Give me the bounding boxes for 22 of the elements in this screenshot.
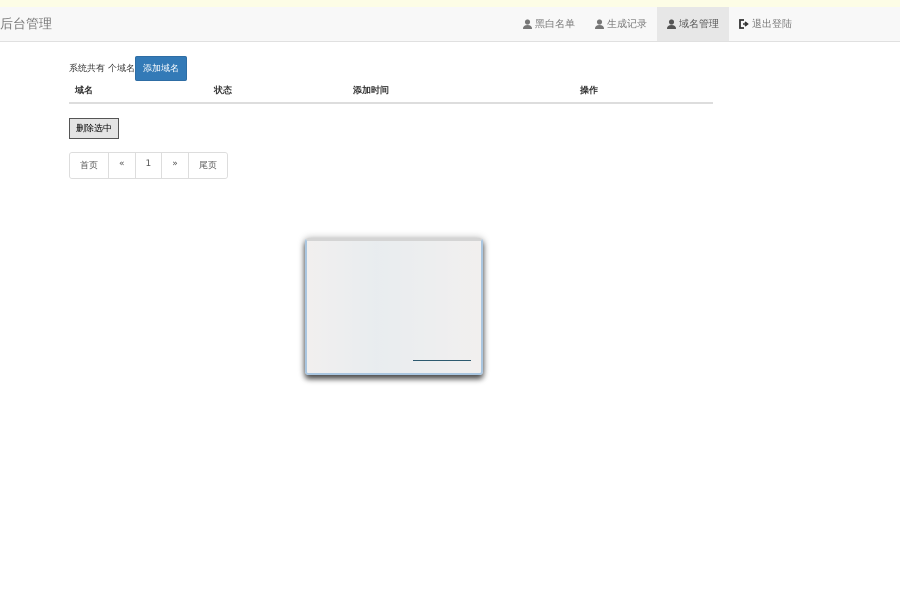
column-header: 状态	[214, 84, 233, 97]
user-icon	[595, 19, 604, 29]
brand-title: 后台管理	[0, 16, 53, 34]
page-link[interactable]: 首页	[69, 152, 109, 179]
underline	[413, 360, 471, 361]
logout-icon	[739, 19, 749, 29]
nav-link[interactable]: 退出登陆	[729, 7, 802, 41]
nav-link[interactable]: 生成记录	[585, 7, 657, 41]
page-link[interactable]: 1	[134, 152, 162, 179]
nav-link[interactable]: 黑白名单	[513, 7, 585, 41]
nav-link[interactable]: 域名管理	[657, 7, 729, 41]
column-header: 域名	[75, 84, 94, 97]
domain-count-text: 系统共有 个域名	[69, 62, 135, 75]
page-link[interactable]: 尾页	[188, 152, 228, 179]
add-domain-button[interactable]: 添加域名	[134, 56, 187, 81]
column-header: 操作	[580, 84, 599, 97]
page-link[interactable]: »	[161, 152, 189, 179]
delete-selected-button[interactable]: 删除选中	[69, 118, 119, 139]
page-link[interactable]: «	[108, 152, 136, 179]
user-icon	[667, 19, 676, 29]
user-icon	[523, 19, 532, 29]
column-header: 添加时间	[353, 84, 390, 97]
